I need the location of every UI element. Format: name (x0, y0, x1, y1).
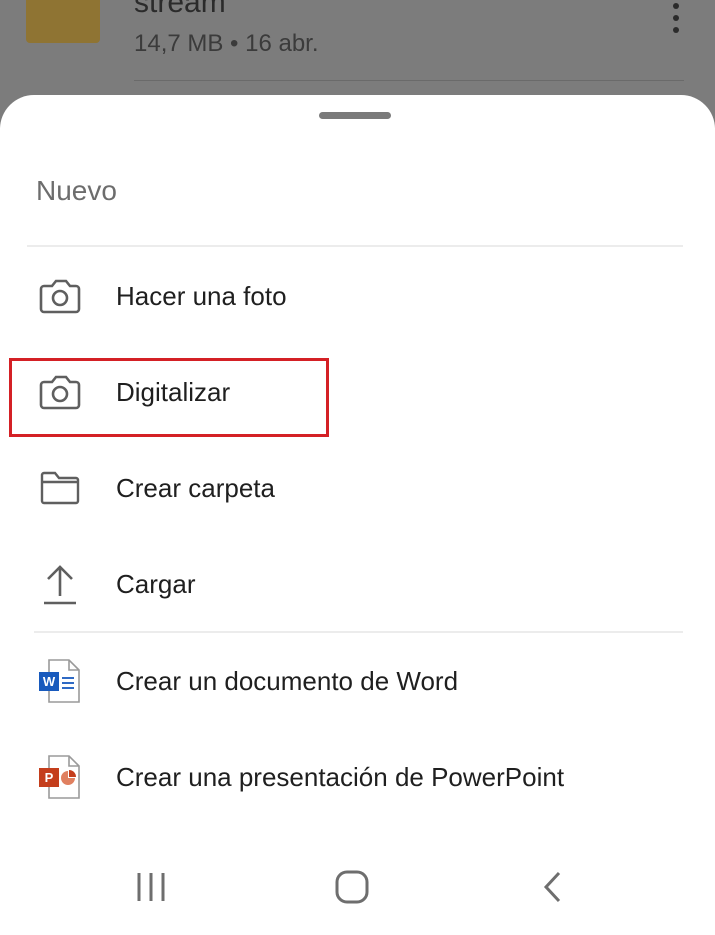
file-meta: 14,7 MB • 16 abr. (134, 30, 319, 57)
create-folder-label: Crear carpeta (116, 472, 275, 503)
background-divider (134, 80, 684, 81)
system-navigation-bar (0, 840, 715, 935)
take-photo-label: Hacer una foto (116, 280, 287, 311)
upload-item[interactable]: Cargar (0, 536, 715, 632)
back-icon[interactable] (523, 862, 583, 912)
more-vertical-icon (662, 0, 690, 40)
upload-label: Cargar (116, 568, 196, 599)
recent-apps-icon[interactable] (121, 862, 181, 912)
create-folder-item[interactable]: Crear carpeta (0, 440, 715, 536)
create-word-label: Crear un documento de Word (116, 665, 459, 696)
divider (27, 245, 683, 247)
powerpoint-icon: P (36, 753, 84, 801)
folder-icon (26, 0, 100, 43)
highlight-box (9, 358, 329, 437)
folder-outline-icon (36, 464, 84, 512)
sheet-drag-handle[interactable] (319, 112, 391, 119)
svg-text:P: P (45, 770, 54, 785)
word-document-icon: W (36, 657, 84, 705)
camera-icon (36, 272, 84, 320)
new-item-bottom-sheet: Nuevo Hacer una foto Digitalizar Crear c… (0, 95, 715, 935)
create-powerpoint-item[interactable]: P Crear una presentación de PowerPoint (0, 729, 715, 825)
home-icon[interactable] (322, 862, 382, 912)
take-photo-item[interactable]: Hacer una foto (0, 248, 715, 344)
create-powerpoint-label: Crear una presentación de PowerPoint (116, 761, 565, 792)
sheet-title: Nuevo (36, 175, 117, 206)
svg-text:W: W (43, 674, 56, 689)
create-word-document-item[interactable]: W Crear un documento de Word (0, 633, 715, 729)
upload-icon (36, 560, 84, 608)
file-name: stream (134, 0, 226, 19)
